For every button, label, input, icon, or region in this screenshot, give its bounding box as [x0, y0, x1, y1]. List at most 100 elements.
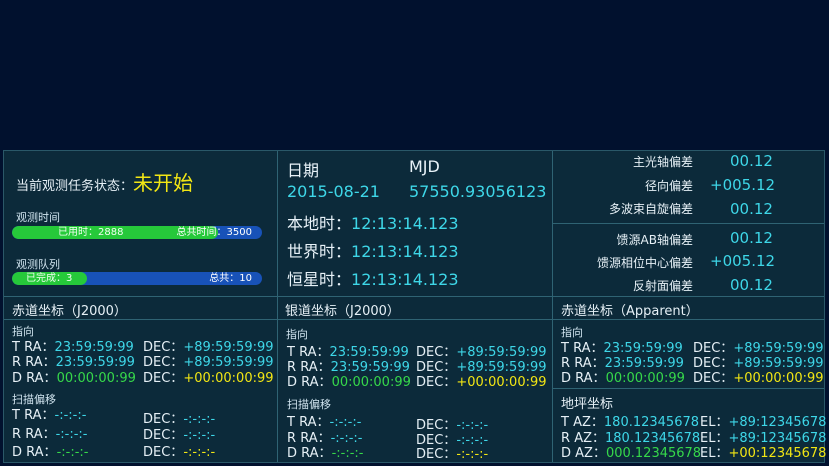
dec-label: DEC：: [693, 371, 734, 386]
app-pointing-row-d: D RA：00:00:00:99: [561, 371, 685, 387]
horizon-row-r-el: EL：+89:12345678: [700, 431, 826, 447]
row-prefix: D: [12, 445, 23, 460]
observation-queue-bar: 已完成：3 总共：10: [12, 272, 262, 285]
app-pointing-row-t: T RA：23:59:59:99: [561, 341, 683, 357]
sidereal-time-label: 恒星时：: [287, 270, 352, 289]
gal-scan-row-d: D RA：-:-:-:-: [287, 446, 363, 462]
dec-value: +89:59:59:99: [456, 360, 547, 375]
sidereal-time: 恒星时：12:13:14.123: [287, 266, 459, 290]
dec-value: +00:00:00:99: [456, 375, 547, 390]
task-status: 当前观测任务状态：未开始: [16, 167, 193, 196]
ra-value: 23:59:59:99: [54, 340, 134, 355]
el-label: EL：: [700, 431, 729, 446]
dec-value: +89:59:59:99: [733, 341, 824, 356]
az-label: AZ：: [574, 431, 605, 446]
app-pointing-row-r: R RA：23:59:59:99: [561, 356, 684, 372]
eq-pointing-row-t: T RA：23:59:59:99: [12, 340, 134, 356]
ra-value: 00:00:00:99: [331, 375, 411, 390]
horizon-row-t: T AZ：180.12345678: [561, 415, 699, 431]
dec-value: -:-:-:-: [456, 433, 489, 448]
gal-scan-row-t: T RA：-:-:-:-: [287, 415, 361, 431]
divider: [553, 223, 824, 224]
dec-label: DEC：: [416, 447, 457, 462]
eq-scan-offset-title: 扫描偏移: [12, 393, 56, 406]
app-pointing-title: 指向: [561, 326, 583, 339]
equatorial-apparent-title: 赤道坐标（Apparent）: [561, 304, 699, 319]
el-value: +89:12345678: [728, 431, 827, 446]
dec-label: DEC：: [416, 360, 457, 375]
main-axis-deviation-label: 主光轴偏差: [632, 155, 693, 169]
eq-scan-row-d: D RA：-:-:-:-: [12, 445, 88, 461]
el-label: EL：: [700, 415, 729, 430]
divider: [4, 319, 824, 320]
row-prefix: R: [287, 431, 297, 446]
row-prefix: D: [287, 446, 298, 461]
dec-label: DEC：: [143, 340, 184, 355]
observation-time-used: 已用时：2888: [58, 227, 124, 238]
eq-pointing-row-d: D RA：00:00:00:99: [12, 371, 136, 387]
ra-value: -:-:-:-: [55, 427, 88, 442]
ra-value: 00:00:00:99: [605, 371, 685, 386]
el-value: +00:12345678: [728, 446, 827, 461]
dec-label: DEC：: [416, 375, 457, 390]
row-prefix: D: [287, 375, 298, 390]
dec-label: DEC：: [693, 356, 734, 371]
feed-phase-deviation-value: +005.12: [710, 252, 776, 270]
local-time: 本地时：12:13:14.123: [287, 210, 459, 234]
observation-time-title: 观测时间: [16, 211, 60, 224]
az-value: 180.12345678: [605, 431, 701, 446]
feed-ab-deviation-value: 00.12: [730, 229, 773, 247]
observation-queue-total: 总共：10: [209, 273, 252, 284]
horizon-row-t-el: EL：+89:12345678: [700, 415, 826, 431]
horizon-row-d: D AZ：000.12345678: [561, 446, 701, 462]
ra-value: -:-:-:-: [329, 415, 362, 430]
row-prefix: T: [561, 415, 569, 430]
task-status-label: 当前观测任务状态：: [16, 179, 134, 194]
el-value: +89:12345678: [728, 415, 827, 430]
world-time-value: 12:13:14.123: [351, 242, 459, 261]
ra-label: RA：: [299, 345, 330, 360]
dec-value: +89:59:59:99: [733, 356, 824, 371]
eq-scan-row-r-dec: DEC：-:-:-:-: [143, 428, 215, 444]
az-label: AZ：: [575, 446, 606, 461]
observation-queue-done: 已完成：3: [26, 273, 73, 284]
multibeam-deviation-label: 多波束自旋偏差: [608, 202, 693, 216]
ra-value: 23:59:59:99: [329, 345, 409, 360]
eq-scan-row-d-dec: DEC：-:-:-:-: [143, 445, 215, 461]
el-label: EL：: [700, 446, 729, 461]
row-prefix: R: [561, 431, 571, 446]
eq-pointing-row-t-dec: DEC：+89:59:59:99: [143, 340, 274, 356]
row-prefix: T: [12, 408, 20, 423]
ra-value: 23:59:59:99: [55, 355, 135, 370]
eq-pointing-row-d-dec: DEC：+00:00:00:99: [143, 371, 274, 387]
dec-label: DEC：: [416, 345, 457, 360]
radial-deviation-label: 径向偏差: [644, 179, 693, 193]
ra-label: RA：: [26, 371, 57, 386]
app-pointing-row-t-dec: DEC：+89:59:59:99: [693, 341, 824, 357]
ra-label: RA：: [573, 341, 604, 356]
row-prefix: T: [12, 340, 20, 355]
world-time: 世界时：12:13:14.123: [287, 238, 459, 262]
eq-pointing-row-r: R RA：23:59:59:99: [12, 355, 135, 371]
sidereal-time-value: 12:13:14.123: [351, 270, 459, 289]
ra-value: -:-:-:-: [56, 445, 89, 460]
dec-value: -:-:-:-: [183, 445, 216, 460]
gal-pointing-row-d-dec: DEC：+00:00:00:99: [416, 375, 547, 391]
observation-queue-title: 观测队列: [16, 258, 60, 271]
dec-label: DEC：: [143, 445, 184, 460]
mjd-value: 57550.93056123: [409, 182, 547, 201]
gal-pointing-row-r-dec: DEC：+89:59:59:99: [416, 360, 547, 376]
row-prefix: D: [12, 371, 23, 386]
gal-scan-row-d-dec: DEC：-:-:-:-: [416, 447, 488, 463]
ra-label: RA：: [299, 415, 330, 430]
dec-value: +89:59:59:99: [183, 340, 274, 355]
divider: [553, 388, 824, 389]
ra-value: 23:59:59:99: [330, 360, 410, 375]
main-axis-deviation-value: 00.12: [730, 152, 773, 170]
eq-scan-row-t-dec: DEC：-:-:-:-: [143, 412, 215, 428]
ra-value: -:-:-:-: [330, 431, 363, 446]
radial-deviation-value: +005.12: [710, 176, 776, 194]
ra-value: 23:59:59:99: [604, 356, 684, 371]
dec-value: -:-:-:-: [183, 428, 216, 443]
gal-pointing-row-t-dec: DEC：+89:59:59:99: [416, 345, 547, 361]
